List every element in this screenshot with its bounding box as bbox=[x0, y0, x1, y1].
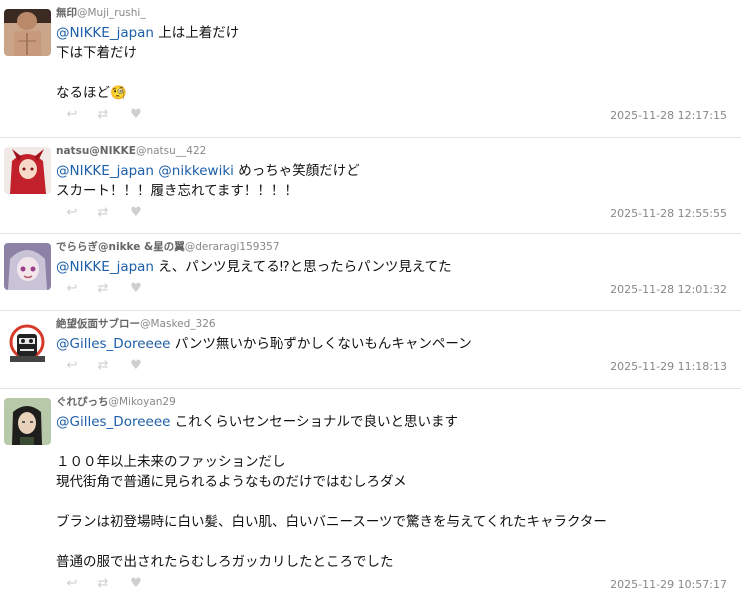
user-handle[interactable]: @Masked_326 bbox=[140, 318, 216, 330]
user-handle[interactable]: @Mikoyan29 bbox=[109, 396, 176, 408]
reply-header: でららぎ@nikke &星の翼@deraragi159357 bbox=[56, 234, 733, 254]
text-line: 現代街角で普通に見られるようなものだけではむしろダメ bbox=[56, 474, 407, 490]
reply-item: 絶望仮面サブロー@Masked_326 @Gilles_Doreeee パンツ無… bbox=[0, 311, 741, 389]
retweet-icon[interactable]: ⇄ bbox=[95, 282, 111, 296]
text-line: @Gilles_Doreeee これくらいセンセーショナルで良いと思います bbox=[56, 414, 458, 430]
user-handle[interactable]: @natsu__422 bbox=[136, 145, 206, 157]
retweet-icon[interactable]: ⇄ bbox=[95, 108, 111, 122]
text-line: スカート！！！履き忘れてます！！！！ bbox=[56, 183, 298, 199]
timestamp[interactable]: 2025-11-29 11:18:13 bbox=[610, 360, 727, 373]
mention-link[interactable]: @Gilles_Doreeee bbox=[56, 414, 170, 430]
avatar[interactable] bbox=[4, 398, 51, 445]
text-line: @NIKKE_japan え、パンツ見えてる⁉と思ったらパンツ見えてた bbox=[56, 259, 452, 275]
mention-link[interactable]: @NIKKE_japan @nikkewiki bbox=[56, 163, 234, 179]
avatar[interactable] bbox=[4, 243, 51, 290]
text-line bbox=[56, 63, 733, 83]
action-bar: ↩ ⇄ ♥ 2025-11-28 12:55:55 bbox=[56, 203, 733, 227]
action-bar: ↩ ⇄ ♥ 2025-11-29 10:57:17 bbox=[56, 574, 733, 598]
reply-text: @NIKKE_japan @nikkewiki めっちゃ笑顔だけど スカート！！… bbox=[56, 161, 733, 201]
text-line: １００年以上未来のファッションだし bbox=[56, 454, 286, 470]
text-line: @NIKKE_japan 上は上着だけ bbox=[56, 25, 240, 41]
avatar[interactable] bbox=[4, 320, 51, 367]
retweet-icon[interactable]: ⇄ bbox=[95, 206, 111, 220]
heart-icon[interactable]: ♥ bbox=[128, 282, 144, 296]
heart-icon[interactable]: ♥ bbox=[128, 206, 144, 220]
action-bar: ↩ ⇄ ♥ 2025-11-29 11:18:13 bbox=[56, 356, 733, 380]
reply-icon[interactable]: ↩ bbox=[64, 108, 80, 122]
text-line: @Gilles_Doreeee パンツ無いから恥ずかしくないもんキャンペーン bbox=[56, 336, 472, 352]
reply-icon[interactable]: ↩ bbox=[64, 577, 80, 591]
mention-link[interactable]: @Gilles_Doreeee bbox=[56, 336, 170, 352]
timestamp[interactable]: 2025-11-28 12:55:55 bbox=[610, 207, 727, 220]
text-line: ブランは初登場時に白い髪、白い肌、白いバニースーツで驚きを与えてくれたキャラクタ… bbox=[56, 514, 607, 530]
mention-link[interactable]: @NIKKE_japan bbox=[56, 259, 154, 275]
text-line: なるほど🧐 bbox=[56, 85, 127, 101]
display-name[interactable]: natsu@NIKKE bbox=[56, 145, 136, 157]
heart-icon[interactable]: ♥ bbox=[128, 108, 144, 122]
reply-header: natsu@NIKKE@natsu__422 bbox=[56, 138, 733, 158]
reply-icon[interactable]: ↩ bbox=[64, 206, 80, 220]
display-name[interactable]: 絶望仮面サブロー bbox=[56, 318, 140, 330]
user-handle[interactable]: @deraragi159357 bbox=[185, 241, 280, 253]
timestamp[interactable]: 2025-11-29 10:57:17 bbox=[610, 578, 727, 591]
heart-icon[interactable]: ♥ bbox=[128, 577, 144, 591]
text-line bbox=[56, 432, 733, 452]
text-line: @NIKKE_japan @nikkewiki めっちゃ笑顔だけど bbox=[56, 163, 360, 179]
timestamp[interactable]: 2025-11-28 12:17:15 bbox=[610, 109, 727, 122]
action-bar: ↩ ⇄ ♥ 2025-11-28 12:17:15 bbox=[56, 105, 733, 129]
timestamp[interactable]: 2025-11-28 12:01:32 bbox=[610, 283, 727, 296]
text-line: 下は下着だけ bbox=[56, 45, 137, 61]
text-line bbox=[56, 492, 733, 512]
heart-icon[interactable]: ♥ bbox=[128, 359, 144, 373]
user-handle[interactable]: @Muji_rushi_ bbox=[77, 7, 146, 19]
display-name[interactable]: ぐれぴっち bbox=[56, 396, 109, 408]
reply-text: @Gilles_Doreeee パンツ無いから恥ずかしくないもんキャンペーン bbox=[56, 334, 733, 354]
mention-link[interactable]: @NIKKE_japan bbox=[56, 25, 154, 41]
avatar[interactable] bbox=[4, 9, 51, 56]
reply-header: 絶望仮面サブロー@Masked_326 bbox=[56, 311, 733, 331]
reply-item: でららぎ@nikke &星の翼@deraragi159357 @NIKKE_ja… bbox=[0, 234, 741, 311]
reply-item: natsu@NIKKE@natsu__422 @NIKKE_japan @nik… bbox=[0, 138, 741, 234]
reply-text: @NIKKE_japan え、パンツ見えてる⁉と思ったらパンツ見えてた bbox=[56, 257, 733, 277]
reply-item: 無印@Muji_rushi_ @NIKKE_japan 上は上着だけ 下は下着だ… bbox=[0, 0, 741, 138]
reply-item: ぐれぴっち@Mikoyan29 @Gilles_Doreeee これくらいセンセ… bbox=[0, 389, 741, 600]
text-line: 普通の服で出されたらむしろガッカリしたところでした bbox=[56, 554, 394, 570]
reply-icon[interactable]: ↩ bbox=[64, 282, 80, 296]
retweet-icon[interactable]: ⇄ bbox=[95, 359, 111, 373]
reply-feed: 無印@Muji_rushi_ @NIKKE_japan 上は上着だけ 下は下着だ… bbox=[0, 0, 741, 600]
retweet-icon[interactable]: ⇄ bbox=[95, 577, 111, 591]
display-name[interactable]: でららぎ@nikke &星の翼 bbox=[56, 241, 185, 253]
avatar[interactable] bbox=[4, 147, 51, 194]
reply-header: 無印@Muji_rushi_ bbox=[56, 0, 733, 20]
reply-text: @Gilles_Doreeee これくらいセンセーショナルで良いと思います １０… bbox=[56, 412, 733, 572]
reply-icon[interactable]: ↩ bbox=[64, 359, 80, 373]
reply-header: ぐれぴっち@Mikoyan29 bbox=[56, 389, 733, 409]
reply-text: @NIKKE_japan 上は上着だけ 下は下着だけ なるほど🧐 bbox=[56, 23, 733, 103]
action-bar: ↩ ⇄ ♥ 2025-11-28 12:01:32 bbox=[56, 279, 733, 303]
display-name[interactable]: 無印 bbox=[56, 7, 77, 19]
text-line bbox=[56, 532, 733, 552]
